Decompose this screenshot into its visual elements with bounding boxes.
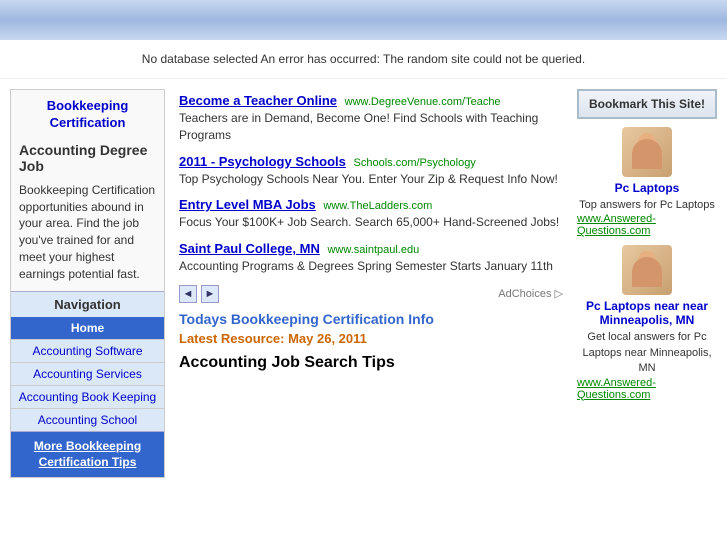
left-sidebar: Bookkeeping Certification Accounting Deg… <box>10 89 165 478</box>
sidebar-item-more[interactable]: More Bookkeeping Certification Tips <box>11 431 164 478</box>
right-ad-1-avatar <box>622 127 672 177</box>
nav-header: Navigation <box>11 292 164 317</box>
section-title: Todays Bookkeeping Certification Info <box>179 311 563 327</box>
sidebar-item-accounting-bookkeeping[interactable]: Accounting Book Keeping <box>11 385 164 408</box>
ad-block-2: Entry Level MBA Jobs www.TheLadders.com … <box>179 197 563 231</box>
ad-prev-button[interactable]: ◄ <box>179 285 197 303</box>
ad-url-0: www.DegreeVenue.com/Teache <box>345 96 501 108</box>
ad-block-1: 2011 - Psychology Schools Schools.com/Ps… <box>179 154 563 188</box>
error-message: No database selected An error has occurr… <box>142 52 585 66</box>
right-ad-2-link[interactable]: www.Answered-Questions.com <box>577 377 717 401</box>
sidebar-description: Bookkeeping Certification opportunities … <box>11 178 164 291</box>
right-ad-1-desc: Top answers for Pc Laptops <box>579 198 715 213</box>
ad-url-3: www.saintpaul.edu <box>327 244 419 256</box>
sidebar-item-accounting-services[interactable]: Accounting Services <box>11 362 164 385</box>
avatar-body-2 <box>632 257 662 287</box>
right-ad-1: Pc Laptops Top answers for Pc Laptops ww… <box>577 127 717 237</box>
ad-desc-0: Teachers are in Demand, Become One! Find… <box>179 110 563 144</box>
error-bar: No database selected An error has occurr… <box>0 40 727 79</box>
right-ad-1-link[interactable]: www.Answered-Questions.com <box>577 213 717 237</box>
ad-desc-2: Focus Your $100K+ Job Search. Search 65,… <box>179 214 563 231</box>
sidebar-item-accounting-software[interactable]: Accounting Software <box>11 339 164 362</box>
right-ad-2-avatar <box>622 245 672 295</box>
sidebar-title: Bookkeeping Certification <box>11 90 164 136</box>
ad-navigation: ◄ ► AdChoices ▷ <box>179 285 563 303</box>
ad-next-button[interactable]: ► <box>201 285 219 303</box>
avatar-body-1 <box>632 139 662 169</box>
nav-home[interactable]: Home <box>11 317 164 339</box>
ad-url-2: www.TheLadders.com <box>323 200 432 212</box>
ad-block-0: Become a Teacher Online www.DegreeVenue.… <box>179 93 563 144</box>
main-container: Bookkeeping Certification Accounting Deg… <box>0 79 727 488</box>
header-bar <box>0 0 727 40</box>
right-ad-1-title[interactable]: Pc Laptops <box>615 181 680 195</box>
right-ad-2-desc1: Get local answers for Pc <box>587 330 706 345</box>
sidebar-title2: Accounting Degree Job <box>11 136 164 178</box>
ad-url-1: Schools.com/Psychology <box>354 157 476 169</box>
ad-block-3: Saint Paul College, MN www.saintpaul.edu… <box>179 241 563 275</box>
latest-resource: Latest Resource: May 26, 2011 <box>179 331 563 346</box>
sidebar-item-accounting-school[interactable]: Accounting School <box>11 408 164 431</box>
right-ad-2: Pc Laptops near near Minneapolis, MN Get… <box>577 245 717 400</box>
ad-link-0[interactable]: Become a Teacher Online <box>179 93 337 108</box>
center-content: Become a Teacher Online www.DegreeVenue.… <box>173 89 569 478</box>
ad-link-1[interactable]: 2011 - Psychology Schools <box>179 154 346 169</box>
right-sidebar: Bookmark This Site! Pc Laptops Top answe… <box>577 89 717 478</box>
ad-link-3[interactable]: Saint Paul College, MN <box>179 241 320 256</box>
ad-desc-3: Accounting Programs & Degrees Spring Sem… <box>179 258 563 275</box>
right-ad-2-desc2: Laptops near Minneapolis, MN <box>577 346 717 377</box>
ad-link-2[interactable]: Entry Level MBA Jobs <box>179 197 316 212</box>
right-ad-2-subtitle: near <box>654 299 683 313</box>
page-heading: Accounting Job Search Tips <box>179 354 563 372</box>
right-ad-2-title[interactable]: Pc Laptops near near Minneapolis, MN <box>577 299 717 327</box>
bookmark-button[interactable]: Bookmark This Site! <box>577 89 717 119</box>
nav-section: Navigation Home Accounting Software Acco… <box>11 291 164 478</box>
ad-desc-1: Top Psychology Schools Near You. Enter Y… <box>179 171 563 188</box>
ad-choices-label: AdChoices ▷ <box>498 287 563 300</box>
